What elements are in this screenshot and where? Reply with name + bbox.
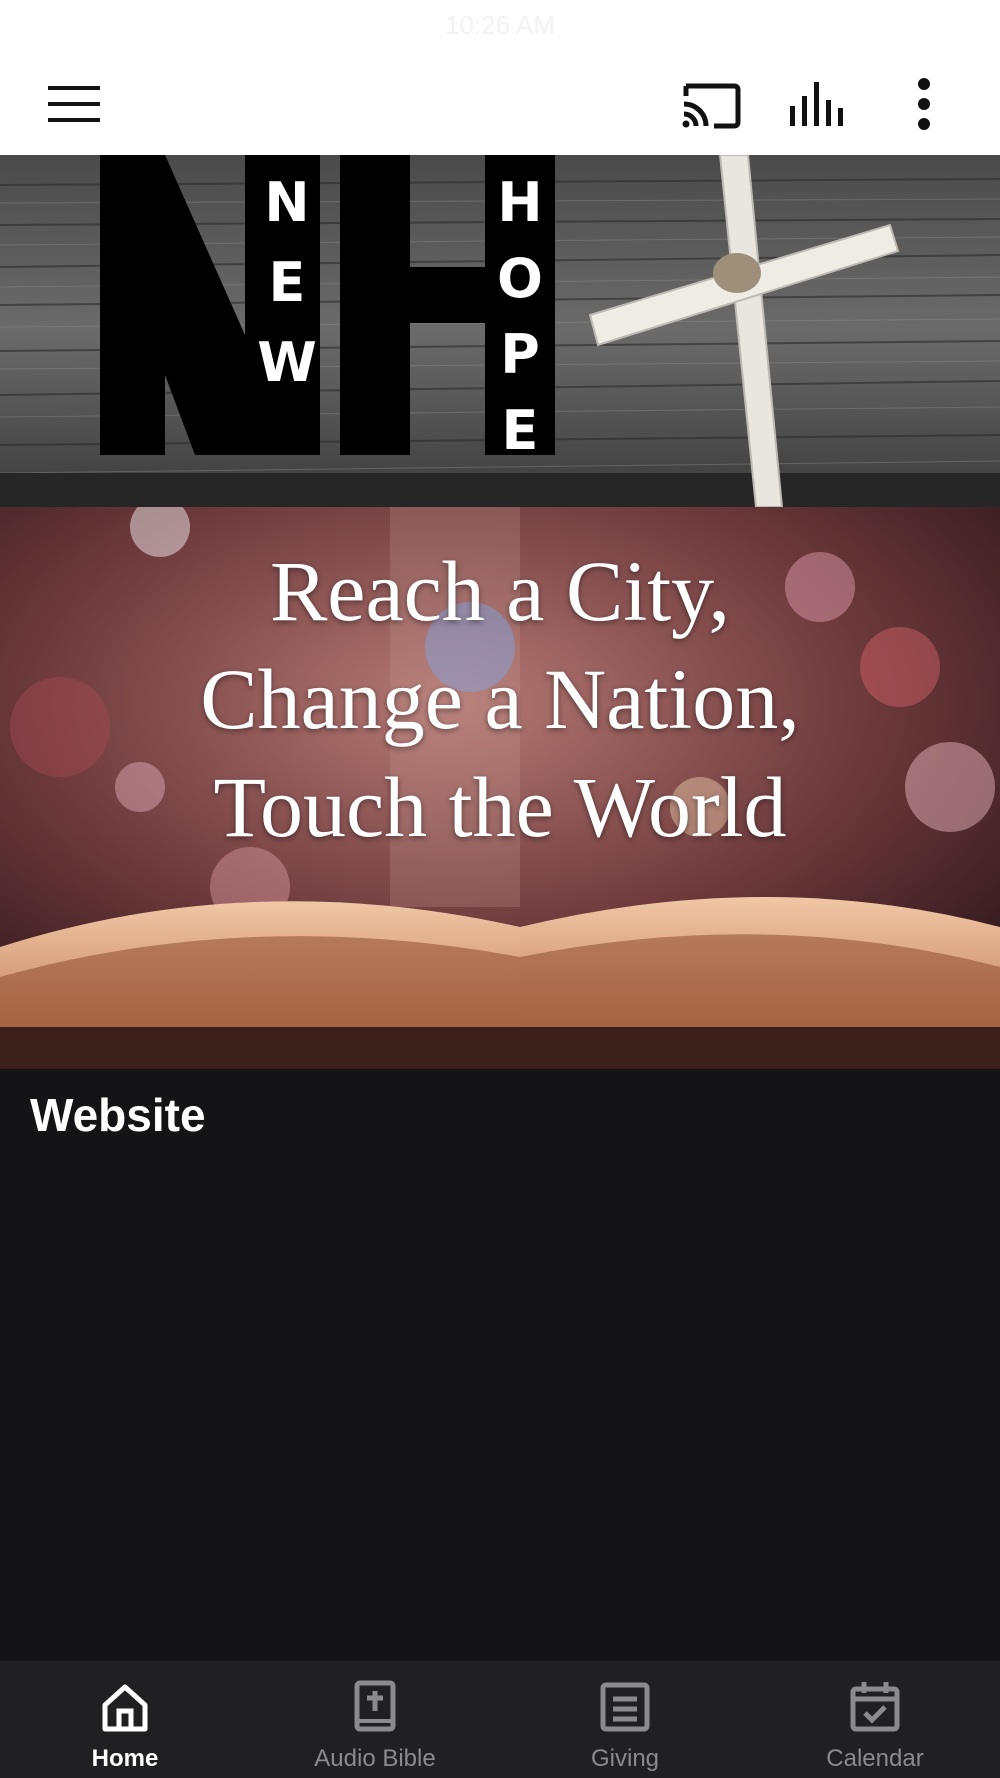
mission-line: Reach a City, (269, 543, 731, 639)
logo-letter: E (269, 251, 306, 314)
nav-item-audio-bible[interactable]: Audio Bible (250, 1661, 500, 1778)
mission-banner: Reach a City, Change a Nation, Touch the… (0, 507, 1000, 1069)
mission-text: Reach a City, Change a Nation, Touch the… (0, 537, 1000, 861)
cast-button[interactable] (678, 72, 742, 136)
mission-line: Touch the World (213, 759, 787, 855)
church-logo-banner: N E W H O P E (0, 155, 1000, 507)
nav-item-calendar[interactable]: Calendar (750, 1661, 1000, 1778)
logo-letter: P (500, 323, 540, 386)
app-bar (0, 54, 1000, 155)
nav-label: Giving (590, 1745, 660, 1772)
logo-letter: H (497, 171, 542, 234)
nav-item-home[interactable]: Home (0, 1661, 250, 1778)
logo-letter: N (264, 171, 309, 234)
logo-letter: O (497, 247, 543, 310)
giving-icon (600, 1682, 650, 1732)
status-time: 10:26 AM (445, 10, 555, 40)
bottom-navigation: Home Audio Bible Giving Calendar (0, 1661, 1000, 1778)
bible-icon (354, 1680, 396, 1732)
audio-bars-icon (790, 82, 843, 126)
logo-letter: W (257, 331, 317, 394)
cast-icon (682, 83, 741, 129)
more-options-button[interactable] (892, 72, 956, 136)
mission-line: Change a Nation, (200, 651, 800, 747)
nav-label: Audio Bible (314, 1745, 436, 1772)
home-icon (102, 1684, 148, 1732)
status-bar: 10:26 AM (0, 0, 1000, 54)
nav-label: Calendar (826, 1745, 924, 1772)
more-vert-icon (918, 78, 930, 130)
nav-item-giving[interactable]: Giving (500, 1661, 750, 1778)
audio-bars-button[interactable] (784, 72, 848, 136)
nav-label: Home (91, 1745, 159, 1772)
menu-button[interactable] (44, 72, 108, 136)
website-section-title[interactable]: Website (30, 1088, 206, 1142)
menu-icon (48, 86, 100, 122)
logo-letter: E (502, 399, 539, 462)
calendar-icon (850, 1682, 900, 1732)
